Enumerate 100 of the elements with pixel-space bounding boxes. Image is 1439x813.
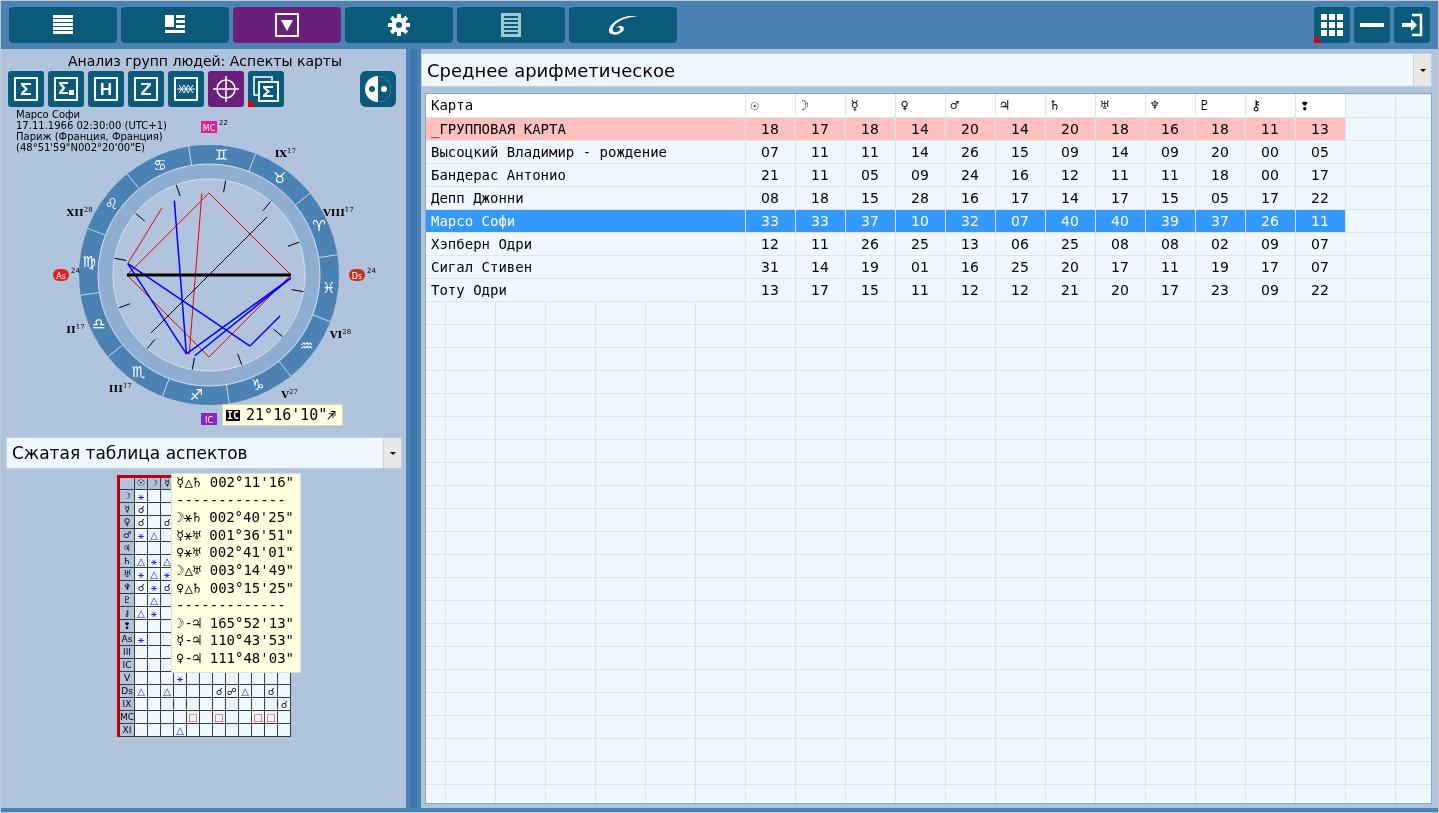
aspect-mark: ⚹ (134, 632, 148, 646)
table-cell: 20 (1045, 255, 1095, 278)
aspect-mark: □ (251, 710, 265, 724)
column-header[interactable]: ☉ (745, 94, 795, 117)
table-cell: 25 (895, 232, 945, 255)
table-cell: 17 (1095, 186, 1145, 209)
zodiac-sign: ♒ (299, 336, 314, 355)
corner-flag-icon (248, 99, 256, 107)
toolbar-tab[interactable] (233, 7, 341, 43)
tool-button[interactable] (128, 71, 164, 107)
table-row[interactable]: _ГРУППОВАЯ КАРТА 18 17 18 14 20 14 20 18 16 18 11 13 (426, 117, 1345, 140)
aspect-mark: △ (134, 606, 148, 620)
exit-button[interactable] (1394, 7, 1430, 43)
house-label: II$^{17}$ (66, 322, 85, 335)
spreadsheet-icon (501, 13, 521, 37)
table-cell: 15 (1145, 186, 1195, 209)
apps-button[interactable] (1314, 7, 1350, 43)
table-cell: 14 (895, 117, 945, 140)
tool-button[interactable] (168, 71, 204, 107)
aspect-mark: □ (186, 710, 200, 724)
mode-dropdown[interactable]: Среднее арифметическое (421, 53, 1432, 87)
table-cell: 37 (1195, 209, 1245, 232)
chart-info-line: Марсо Софи (16, 109, 81, 120)
table-cell: 26 (1245, 209, 1295, 232)
column-header[interactable]: ♂ (945, 94, 995, 117)
table-cell: 18 (1095, 117, 1145, 140)
toolbar-tab[interactable] (121, 7, 229, 43)
house-label: III$^{17}$ (108, 382, 132, 395)
table-cell: 20 (945, 117, 995, 140)
row-header: MC (118, 710, 135, 724)
panel-title: Анализ групп людей: Аспекты карты (66, 53, 344, 69)
column-header[interactable]: ♅ (1095, 94, 1145, 117)
tool-button[interactable] (8, 71, 44, 107)
aspect-mark: △ (147, 528, 161, 542)
column-header[interactable]: ♆ (1145, 94, 1195, 117)
table-cell: 13 (945, 232, 995, 255)
table-cell: Сигал Стивен (426, 255, 745, 278)
table-cell: 17 (1145, 278, 1195, 301)
table-cell: 39 (1145, 209, 1195, 232)
table-cell: 05 (845, 163, 895, 186)
table-cell: 18 (745, 117, 795, 140)
toolbar-tab[interactable] (345, 7, 453, 43)
aspect-mark: ⚹ (134, 567, 148, 581)
table-cell: _ГРУППОВАЯ КАРТА (426, 117, 745, 140)
row-header: ⚷ (118, 606, 135, 620)
table-cell: 07 (995, 209, 1045, 232)
aspect-mark: △ (160, 684, 174, 698)
toolbar-tab[interactable] (457, 7, 565, 43)
layout-icon (165, 15, 185, 35)
tool-button[interactable] (48, 71, 84, 107)
tool-button[interactable] (208, 71, 244, 107)
tooltip: IC 21°16'10"♐ (222, 404, 344, 426)
table-cell: 11 (795, 140, 845, 163)
tool-button[interactable] (248, 71, 284, 107)
table-row[interactable]: Высоцкий Владимир - рождение 07 11 11 14 26 15 09 14 09 20 00 05 (426, 140, 1345, 163)
tooltip-line: ------------- (176, 597, 287, 615)
tool-button[interactable] (88, 71, 124, 107)
tooltip-line: ☽-♃ 165°52'13" (176, 614, 294, 633)
tooltip-line: ♀△♄ 003°15'25" (176, 579, 294, 598)
table-cell: 20 (1095, 278, 1145, 301)
table-cell: 12 (745, 232, 795, 255)
column-header[interactable]: ⚷ (1245, 94, 1295, 117)
table-cell: 26 (845, 232, 895, 255)
tooltip-line: ♀⚹♅ 002°41'01" (176, 544, 294, 562)
table-cell: 17 (795, 117, 845, 140)
sigma-icon (14, 77, 38, 101)
aspect-mark: ☌ (264, 684, 278, 698)
column-header[interactable]: ☽ (795, 94, 845, 117)
column-header[interactable]: ☿ (845, 94, 895, 117)
exit-icon (1400, 13, 1424, 37)
row-header: As (118, 632, 135, 646)
aspect-mark: ☌ (134, 515, 148, 529)
column-header[interactable]: Карта (426, 94, 745, 117)
table-row[interactable]: Хэпберн Одри 12 11 26 25 13 06 25 08 08 02 09 07 (426, 232, 1345, 255)
minimize-button[interactable] (1354, 7, 1390, 43)
toolbar-tab[interactable] (569, 7, 677, 43)
filter-icon (275, 13, 299, 37)
aspect-mark: △ (173, 723, 187, 737)
table-cell: 17 (1245, 186, 1295, 209)
table-cell: 21 (1045, 278, 1095, 301)
tooltip-line: ☿△♄ 002°11'16" (176, 474, 294, 492)
column-header[interactable]: ♀ (895, 94, 945, 117)
column-header[interactable]: ♇ (1195, 94, 1245, 117)
zodiac-sign: ♏ (131, 363, 145, 382)
table-cell: 17 (1095, 255, 1145, 278)
table-cell: 18 (795, 186, 845, 209)
view-dropdown[interactable]: Сжатая таблица аспектов (6, 437, 402, 469)
table-cell: 06 (995, 232, 1045, 255)
table-cell: 08 (745, 186, 795, 209)
table-cell: 17 (995, 186, 1045, 209)
chart-info-line: (48°51'59"N002°20'00"E) (16, 142, 145, 153)
toolbar-tab[interactable] (9, 7, 117, 43)
zodiac-sign: ♓ (322, 278, 336, 297)
table-cell: 28 (895, 186, 945, 209)
toggle-button[interactable] (360, 71, 396, 107)
row-header: Ds (118, 684, 135, 698)
column-header[interactable]: ♃ (995, 94, 1045, 117)
aspect-mark: △ (238, 684, 252, 698)
column-header[interactable]: ❢ (1295, 94, 1345, 117)
column-header[interactable]: ♄ (1045, 94, 1095, 117)
